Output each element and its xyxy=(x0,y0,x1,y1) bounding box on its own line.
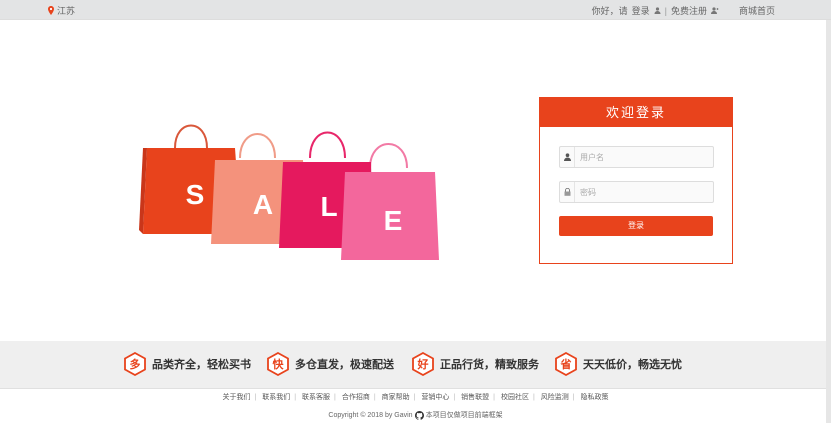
login-panel: 欢迎登录 登录 xyxy=(539,97,733,264)
location-label: 江苏 xyxy=(57,6,76,16)
location-pin-icon xyxy=(48,6,54,15)
footer-link[interactable]: 营销中心 xyxy=(417,394,453,401)
greeting-text: 你好，请 xyxy=(591,6,628,16)
user-icon xyxy=(654,7,661,14)
footer-links: 关于我们 | 联系我们 | 联系客服 | 合作招商 | 商家帮助 | 营销中心 | 销售联盟… xyxy=(0,392,831,402)
divider: | xyxy=(664,5,667,16)
copyright: Copyright © 2018 by Gavin 本项目仅做项目前端框架 xyxy=(0,410,831,420)
login-button[interactable]: 登录 xyxy=(559,216,713,236)
sale-letter-a: A xyxy=(253,189,273,220)
username-input[interactable] xyxy=(575,151,702,163)
user-icon xyxy=(560,147,575,167)
username-field[interactable] xyxy=(559,146,714,168)
svg-text:省: 省 xyxy=(560,357,572,371)
service-text: 品类齐全，轻松买书 xyxy=(152,359,251,371)
footer-link[interactable]: 销售联盟 xyxy=(457,394,493,401)
lock-icon xyxy=(560,182,575,202)
footer-link[interactable]: 联系客服 xyxy=(298,394,334,401)
service-strip: 多 品类齐全，轻松买书 快 多仓直发，极速配送 好 正品行货，精致服务 省 天天… xyxy=(0,341,831,389)
sale-letter-l: L xyxy=(320,191,337,222)
service-text: 天天低价，畅选无忧 xyxy=(583,359,682,371)
top-bar: 江苏 你好，请 登录 | 免费注册 商城首页 xyxy=(0,0,831,20)
hexagon-badge-icon: 省 xyxy=(555,352,577,376)
register-link[interactable]: 免费注册 xyxy=(671,4,707,17)
service-item-quality: 好 正品行货，精致服务 xyxy=(412,352,539,376)
password-input[interactable] xyxy=(575,186,702,198)
sale-bag-e: E xyxy=(341,172,439,260)
service-text: 正品行货，精致服务 xyxy=(440,359,539,371)
login-title: 欢迎登录 xyxy=(540,98,732,127)
sale-letter-s: S xyxy=(186,179,205,210)
footer-link[interactable]: 隐私政策 xyxy=(577,394,613,401)
svg-text:好: 好 xyxy=(417,357,429,371)
sale-bags-illustration: S A L E xyxy=(139,124,439,260)
add-user-icon xyxy=(710,7,719,14)
hexagon-badge-icon: 好 xyxy=(412,352,434,376)
github-icon[interactable] xyxy=(414,410,424,420)
login-link[interactable]: 登录 xyxy=(632,4,650,17)
service-item-speed: 快 多仓直发，极速配送 xyxy=(267,352,394,376)
svg-text:多: 多 xyxy=(130,357,141,371)
hexagon-badge-icon: 多 xyxy=(124,352,146,376)
sale-letter-e: E xyxy=(384,205,403,236)
footer-link[interactable]: 关于我们 xyxy=(218,394,254,401)
footer-link[interactable]: 校园社区 xyxy=(497,394,533,401)
svg-text:快: 快 xyxy=(272,357,285,371)
service-text: 多仓直发，极速配送 xyxy=(295,359,394,371)
footer-link[interactable]: 联系我们 xyxy=(258,394,294,401)
hexagon-badge-icon: 快 xyxy=(267,352,289,376)
service-item-price: 省 天天低价，畅选无忧 xyxy=(555,352,682,376)
project-note: 本项目仅做项目前端框架 xyxy=(425,412,503,419)
password-field[interactable] xyxy=(559,181,714,203)
location-selector[interactable]: 江苏 xyxy=(48,4,75,17)
copyright-text: Copyright © 2018 by Gavin xyxy=(328,411,413,419)
scrollbar-track[interactable] xyxy=(826,20,831,423)
service-item-variety: 多 品类齐全，轻松买书 xyxy=(124,352,251,376)
mall-home-link[interactable]: 商城首页 xyxy=(739,4,775,17)
footer-link[interactable]: 风险监测 xyxy=(537,394,573,401)
footer-link[interactable]: 合作招商 xyxy=(338,394,374,401)
footer-link[interactable]: 商家帮助 xyxy=(378,394,414,401)
